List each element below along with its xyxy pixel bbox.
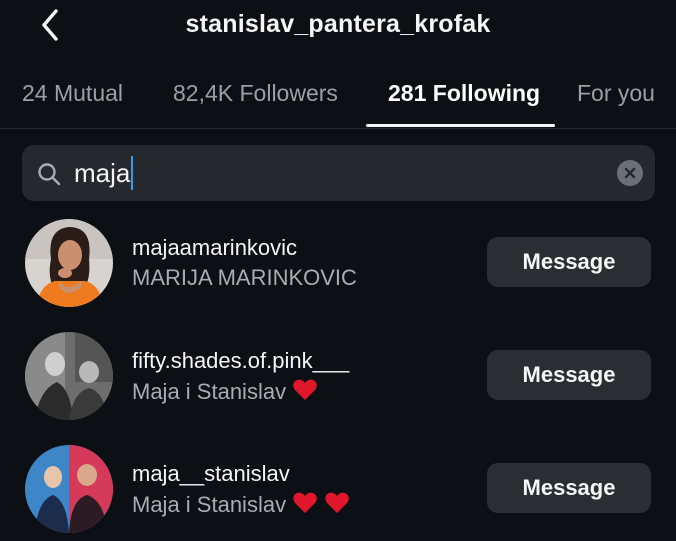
- heart-icon: [293, 492, 317, 513]
- search-input-value: maja: [74, 158, 131, 188]
- message-button[interactable]: Message: [487, 463, 651, 513]
- list-item[interactable]: fifty.shades.of.pink___ Maja i Stanislav…: [0, 328, 676, 428]
- list-item[interactable]: maja__stanislav Maja i Stanislav Message: [0, 441, 676, 541]
- tab-following[interactable]: 281 Following: [388, 80, 540, 107]
- username: fifty.shades.of.pink___: [132, 348, 350, 373]
- username: majaamarinkovic: [132, 235, 298, 260]
- tab-bar: 24 Mutual 82,4K Followers 281 Following …: [0, 72, 676, 129]
- username: maja__stanislav: [132, 461, 290, 486]
- tab-followers[interactable]: 82,4K Followers: [173, 80, 338, 107]
- message-button[interactable]: Message: [487, 237, 651, 287]
- text-caret: [131, 156, 134, 190]
- active-tab-indicator: [366, 124, 555, 127]
- search-bar[interactable]: maja: [22, 145, 655, 201]
- clear-search-button[interactable]: [617, 160, 643, 186]
- tab-for-you[interactable]: For you: [577, 80, 655, 107]
- heart-icon: [293, 379, 317, 400]
- clear-icon: [624, 167, 636, 179]
- page-title: stanislav_pantera_krofak: [185, 10, 491, 38]
- full-name: MARIJA MARINKOVIC: [132, 265, 357, 290]
- heart-icon: [325, 492, 349, 513]
- tab-mutual[interactable]: 24 Mutual: [22, 80, 123, 107]
- avatar[interactable]: [25, 332, 113, 420]
- avatar[interactable]: [25, 219, 113, 307]
- top-bar: stanislav_pantera_krofak: [0, 0, 676, 52]
- message-button[interactable]: Message: [487, 350, 651, 400]
- avatar[interactable]: [25, 445, 113, 533]
- list-item[interactable]: majaamarinkovic MARIJA MARINKOVIC Messag…: [0, 215, 676, 315]
- full-name-line: Maja i Stanislav: [132, 491, 350, 518]
- full-name: Maja i Stanislav: [132, 492, 287, 517]
- full-name-line: Maja i Stanislav: [132, 378, 318, 405]
- search-input[interactable]: maja: [74, 153, 574, 193]
- full-name: Maja i Stanislav: [132, 379, 287, 404]
- search-icon: [38, 163, 61, 186]
